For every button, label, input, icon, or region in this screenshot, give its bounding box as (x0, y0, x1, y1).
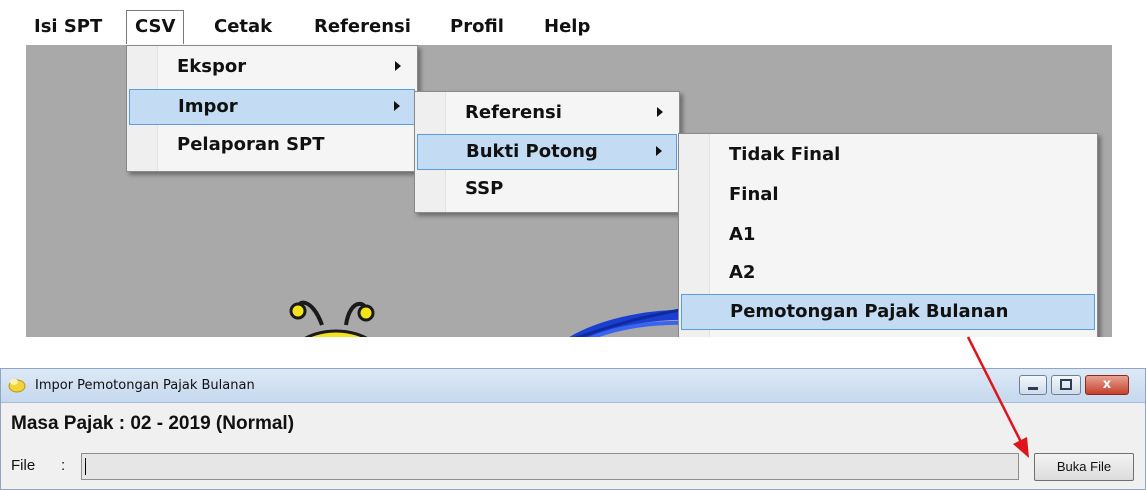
impor-submenu: Referensi Bukti Potong SSP (414, 91, 680, 213)
menuitem-label: Bukti Potong (466, 141, 598, 162)
bukti-potong-submenu: Tidak Final Final A1 A2 Pemotongan Pajak… (678, 133, 1098, 337)
menu-referensi[interactable]: Referensi (306, 10, 419, 44)
menuitem-a1[interactable]: A1 (681, 218, 1095, 254)
menu-bar: Isi SPT CSV Cetak Referensi Profil Help (26, 0, 1112, 45)
close-icon: x (1102, 377, 1112, 392)
menuitem-referensi[interactable]: Referensi (417, 96, 677, 132)
menuitem-label: Final (729, 184, 779, 205)
submenu-arrow-icon (395, 61, 401, 71)
csv-dropdown-menu: Ekspor Impor Pelaporan SPT (126, 45, 418, 172)
menuitem-label: Referensi (465, 102, 562, 123)
masa-pajak-label: Masa Pajak : 02 - 2019 (Normal) (11, 413, 295, 434)
dialog-titlebar[interactable]: Impor Pemotongan Pajak Bulanan x (1, 369, 1145, 403)
buka-file-button[interactable]: Buka File (1034, 453, 1134, 481)
menuitem-pelaporan-spt[interactable]: Pelaporan SPT (129, 128, 415, 164)
application-window: Isi SPT CSV Cetak Referensi Profil Help (26, 0, 1112, 337)
maximize-icon (1060, 379, 1072, 390)
maximize-button[interactable] (1051, 375, 1081, 395)
file-path-input[interactable] (81, 453, 1019, 480)
menuitem-pemotongan-pajak-bulanan[interactable]: Pemotongan Pajak Bulanan (681, 294, 1095, 330)
bee-mascot-icon (289, 300, 375, 337)
menuitem-ssp[interactable]: SSP (417, 172, 677, 208)
menuitem-label: Pelaporan SPT (177, 134, 325, 155)
menuitem-impor[interactable]: Impor (129, 89, 415, 125)
menuitem-a2[interactable]: A2 (681, 256, 1095, 292)
menuitem-label: Tidak Final (729, 144, 841, 165)
menuitem-final[interactable]: Final (681, 178, 1095, 214)
menuitem-label: Pemotongan Pajak Bulanan (730, 301, 1009, 322)
menuitem-label: A2 (729, 262, 756, 283)
impor-dialog-window: Impor Pemotongan Pajak Bulanan x Masa Pa… (0, 368, 1146, 490)
file-label-colon: : (61, 457, 66, 474)
menuitem-label: Impor (178, 96, 238, 117)
menu-help[interactable]: Help (536, 10, 598, 44)
close-button[interactable]: x (1085, 375, 1129, 395)
minimize-button[interactable] (1019, 375, 1047, 395)
menuitem-bukti-potong[interactable]: Bukti Potong (417, 134, 677, 170)
menuitem-tidak-final[interactable]: Tidak Final (681, 138, 1095, 174)
menu-cetak[interactable]: Cetak (206, 10, 280, 44)
app-icon (8, 379, 26, 393)
dialog-title: Impor Pemotongan Pajak Bulanan (35, 378, 255, 393)
text-caret (85, 458, 86, 475)
menu-profil[interactable]: Profil (442, 10, 512, 44)
menuitem-label: SSP (465, 178, 504, 199)
menu-csv[interactable]: CSV (126, 10, 185, 44)
file-label: File (11, 457, 36, 474)
menu-isi-spt[interactable]: Isi SPT (26, 10, 110, 44)
menuitem-label: Ekspor (177, 56, 247, 77)
submenu-arrow-icon (657, 107, 663, 117)
submenu-arrow-icon (394, 101, 400, 111)
menuitem-label: A1 (729, 224, 756, 245)
menuitem-ekspor[interactable]: Ekspor (129, 50, 415, 86)
minimize-icon (1028, 387, 1038, 390)
submenu-arrow-icon (656, 146, 662, 156)
